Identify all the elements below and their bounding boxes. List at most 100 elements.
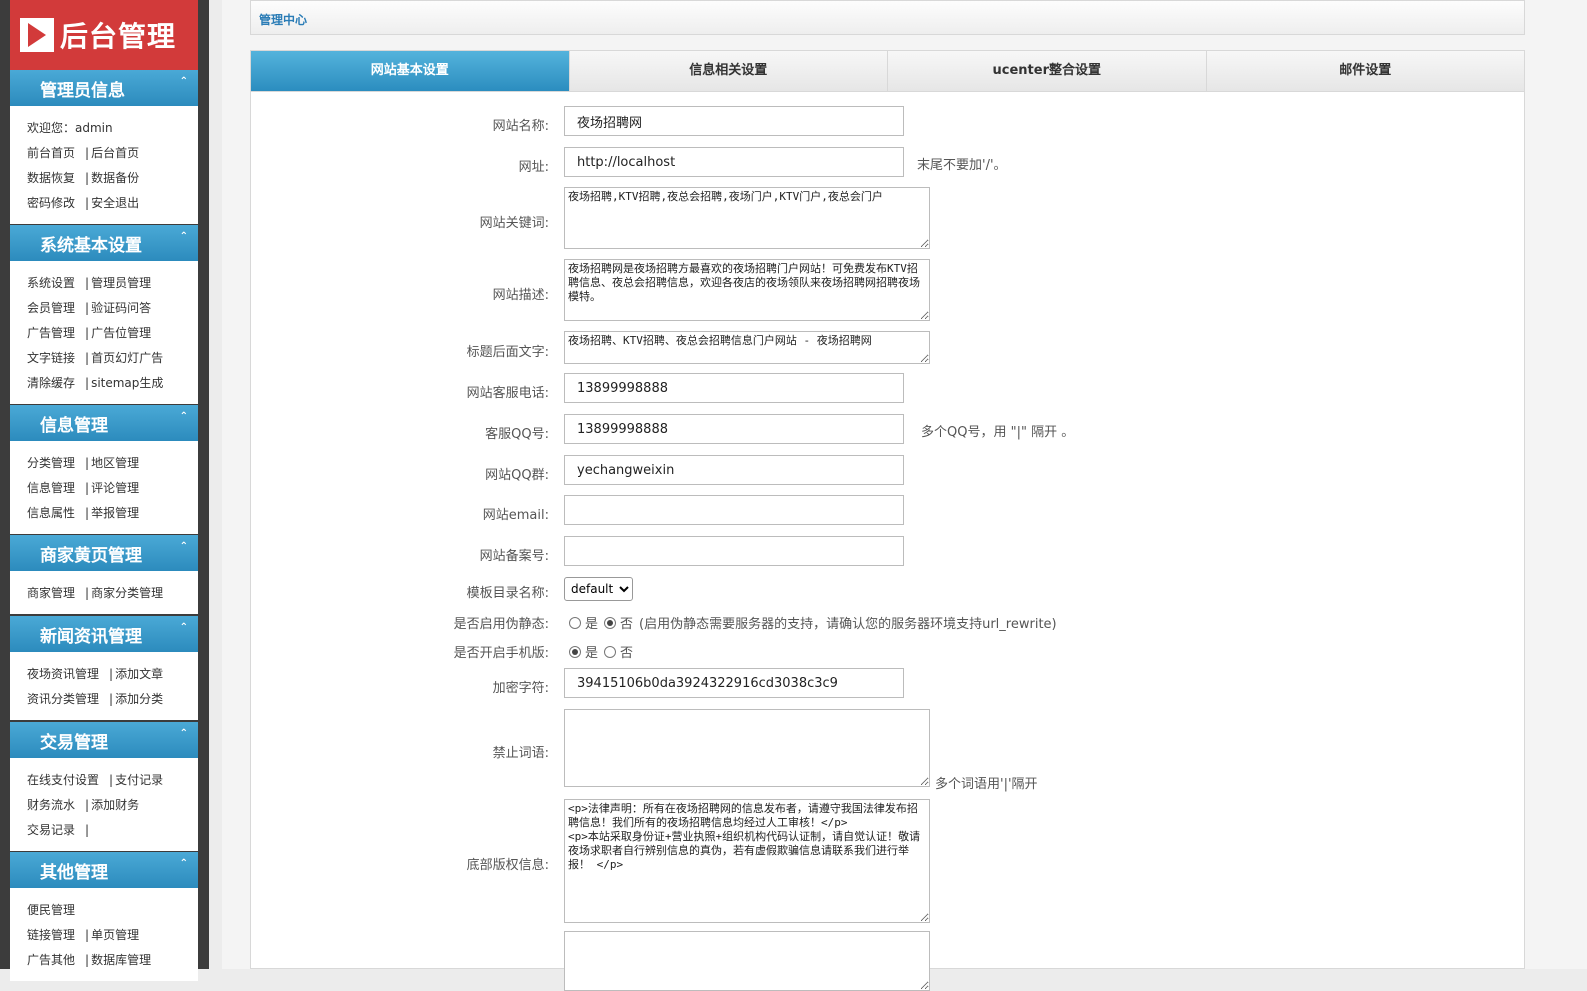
sidebar-link[interactable]: 前台首页 — [27, 146, 75, 160]
mobile-no-radio[interactable] — [604, 645, 617, 658]
sidebar-link[interactable]: 商家管理 — [27, 586, 75, 600]
sidebar-link[interactable]: 后台首页 — [91, 146, 139, 160]
sidebar-link[interactable]: 链接管理 — [27, 928, 75, 942]
collapse-icon[interactable]: ⌃ — [180, 76, 188, 87]
email-input[interactable] — [564, 495, 904, 525]
sidebar-link[interactable]: 文字链接 — [27, 351, 75, 365]
sidebar-link[interactable]: 支付记录 — [115, 773, 163, 787]
sidebar-link[interactable]: 会员管理 — [27, 301, 75, 315]
sidebar-link[interactable]: 管理员管理 — [91, 276, 151, 290]
sidebar-link[interactable]: 广告位管理 — [91, 326, 151, 340]
page-title: 管理中心 — [259, 13, 308, 27]
sidebar-link[interactable]: 夜场资讯管理 — [27, 667, 99, 681]
sidebar-separator: | — [85, 456, 90, 470]
sidebar-section: 管理员信息 ⌃ 欢迎您：admin 前台首页 | 后台首页 数据恢复 | 数据备份 密码修改 | 安全… — [10, 70, 198, 224]
service-phone-input[interactable] — [564, 373, 904, 403]
collapse-icon[interactable]: ⌃ — [180, 622, 188, 633]
sidebar-section-title: 管理员信息 — [40, 80, 125, 101]
sidebar-section-header[interactable]: 新闻资讯管理 ⌃ — [10, 616, 198, 652]
sidebar-link[interactable]: 添加分类 — [115, 692, 163, 706]
sidebar-link[interactable]: 广告其他 — [27, 953, 75, 967]
keywords-textarea[interactable]: 夜场招聘,KTV招聘,夜总会招聘,夜场门户,KTV门户,夜总会门户 — [564, 187, 930, 249]
rewrite-yes-radio[interactable] — [569, 616, 581, 629]
sidebar-link[interactable]: 单页管理 — [91, 928, 139, 942]
tab-mail-settings[interactable]: 邮件设置 — [1206, 51, 1524, 91]
sidebar-link[interactable]: 数据备份 — [91, 171, 139, 185]
sidebar-section-header[interactable]: 交易管理 ⌃ — [10, 722, 198, 758]
sidebar-link[interactable]: 商家分类管理 — [91, 586, 163, 600]
collapse-icon[interactable]: ⌃ — [180, 858, 188, 869]
sidebar-link[interactable]: 信息管理 — [27, 481, 75, 495]
collapse-icon[interactable]: ⌃ — [180, 728, 188, 739]
rewrite-yes-label: 是 — [585, 617, 599, 632]
sidebar-link[interactable]: 信息属性 — [27, 506, 75, 520]
sidebar-link[interactable]: sitemap生成 — [91, 376, 163, 390]
sidebar-link[interactable]: 地区管理 — [91, 456, 139, 470]
breadcrumb: 管理中心 — [250, 0, 1525, 35]
sidebar-link[interactable]: 密码修改 — [27, 196, 75, 210]
extra-textarea[interactable] — [564, 931, 930, 991]
sidebar-separator: | — [109, 692, 114, 706]
mobile-yes-label: 是 — [585, 646, 599, 661]
sidebar-link[interactable]: 添加文章 — [115, 667, 163, 681]
sidebar-link[interactable]: 交易记录 — [27, 823, 75, 837]
sidebar-link[interactable]: 举报管理 — [91, 506, 139, 520]
sidebar-link[interactable]: 便民管理 — [27, 903, 75, 917]
sidebar-row: 链接管理 | 单页管理 — [27, 923, 198, 948]
sidebar-link[interactable]: 数据恢复 — [27, 171, 75, 185]
sidebar-separator: | — [85, 301, 90, 315]
sidebar-separator: | — [85, 481, 90, 495]
tab-info-settings[interactable]: 信息相关设置 — [569, 51, 888, 91]
banned-words-textarea[interactable] — [564, 709, 930, 787]
collapse-icon[interactable]: ⌃ — [180, 231, 188, 242]
sidebar-link[interactable]: 在线支付设置 — [27, 773, 99, 787]
service-qq-input[interactable] — [564, 414, 904, 444]
sidebar-row: 交易记录 | — [27, 818, 198, 843]
site-name-input[interactable] — [564, 106, 904, 136]
sidebar-link[interactable]: 清除缓存 — [27, 376, 75, 390]
secret-input[interactable] — [564, 668, 904, 698]
sidebar-link[interactable]: 数据库管理 — [91, 953, 151, 967]
sidebar-link[interactable]: 安全退出 — [91, 196, 139, 210]
collapse-icon[interactable]: ⌃ — [180, 541, 188, 552]
sidebar-link[interactable]: 添加财务 — [91, 798, 139, 812]
sidebar-section-header[interactable]: 信息管理 ⌃ — [10, 405, 198, 441]
sidebar-link[interactable]: 验证码问答 — [91, 301, 151, 315]
sidebar-link[interactable]: 欢迎您：admin — [27, 121, 113, 135]
description-textarea[interactable]: 夜场招聘网是夜场招聘方最喜欢的夜场招聘门户网站！可免费发布KTV招聘信息、夜总会… — [564, 259, 930, 321]
tab-basic-settings[interactable]: 网站基本设置 — [251, 51, 570, 91]
icp-input[interactable] — [564, 536, 904, 566]
sidebar-row: 资讯分类管理 | 添加分类 — [27, 687, 198, 712]
sidebar-section-header[interactable]: 商家黄页管理 ⌃ — [10, 535, 198, 571]
mobile-yes-radio[interactable] — [569, 645, 581, 658]
sidebar-section-header[interactable]: 管理员信息 ⌃ — [10, 70, 198, 106]
sidebar-link[interactable]: 资讯分类管理 — [27, 692, 99, 706]
sidebar-section-body: 欢迎您：admin 前台首页 | 后台首页 数据恢复 | 数据备份 密码修改 | 安全退出 — [10, 106, 198, 224]
sidebar-section-header[interactable]: 其他管理 ⌃ — [10, 852, 198, 888]
copyright-textarea[interactable]: <p>法律声明：所有在夜场招聘网的信息发布者，请遵守我国法律发布招聘信息！我们所… — [564, 799, 930, 923]
sidebar-link[interactable]: 系统设置 — [27, 276, 75, 290]
sidebar-row: 在线支付设置 | 支付记录 — [27, 768, 198, 793]
logo: 后台管理 — [10, 0, 198, 70]
mobile-label: 是否开启手机版: — [453, 646, 549, 661]
sidebar-link[interactable]: 评论管理 — [91, 481, 139, 495]
template-select[interactable]: default — [564, 577, 633, 601]
sidebar-row: 信息管理 | 评论管理 — [27, 476, 198, 501]
sidebar-section-header[interactable]: 系统基本设置 ⌃ — [10, 225, 198, 261]
sidebar-row: 清除缓存 | sitemap生成 — [27, 371, 198, 396]
qq-group-input[interactable] — [564, 455, 904, 485]
sidebar-separator: | — [85, 506, 90, 520]
title-suffix-textarea[interactable]: 夜场招聘、KTV招聘、夜总会招聘信息门户网站 - 夜场招聘网 — [564, 331, 930, 364]
logo-icon — [20, 18, 54, 52]
sidebar-link[interactable]: 财务流水 — [27, 798, 75, 812]
settings-panel: 网站基本设置 信息相关设置 ucenter整合设置 邮件设置 网站名称: 网址:… — [250, 50, 1525, 991]
sidebar-link[interactable]: 首页幻灯广告 — [91, 351, 163, 365]
rewrite-no-radio[interactable] — [604, 616, 617, 629]
site-url-input[interactable] — [564, 147, 904, 177]
tab-ucenter-settings[interactable]: ucenter整合设置 — [888, 51, 1207, 91]
site-name-label: 网站名称: — [492, 119, 549, 134]
sidebar-link[interactable]: 分类管理 — [27, 456, 75, 470]
collapse-icon[interactable]: ⌃ — [180, 411, 188, 422]
sidebar-link[interactable]: 广告管理 — [27, 326, 75, 340]
qq-group-label: 网站QQ群: — [485, 468, 549, 483]
